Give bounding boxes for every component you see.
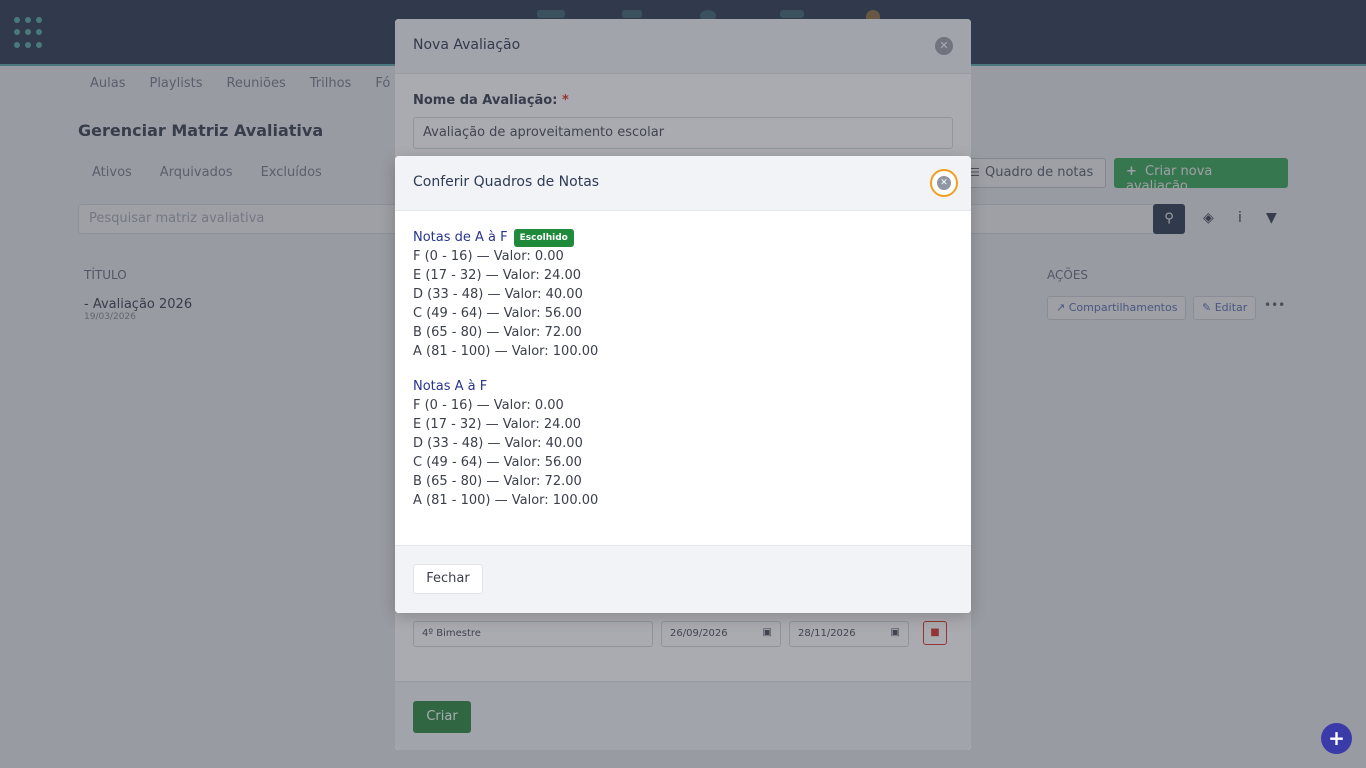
grade-line: B (65 - 80) — Valor: 72.00 <box>413 325 582 340</box>
grade-line: A (81 - 100) — Valor: 100.00 <box>413 493 599 508</box>
grade-line: D (33 - 48) — Valor: 40.00 <box>413 436 583 451</box>
modal-header: Conferir Quadros de Notas ✕ <box>395 156 971 211</box>
fechar-button[interactable]: Fechar <box>413 564 483 594</box>
chosen-badge: Escolhido <box>513 229 574 247</box>
grade-line: E (17 - 32) — Valor: 24.00 <box>413 268 582 283</box>
modal-body: Notas de A à F Escolhido F (0 - 16) — Va… <box>395 211 971 510</box>
grade-line: D (33 - 48) — Valor: 40.00 <box>413 287 583 302</box>
modal-title: Conferir Quadros de Notas <box>413 174 600 190</box>
grade-board-name: Notas A à F <box>413 379 488 394</box>
plus-icon: + <box>1328 726 1345 750</box>
grade-line: C (49 - 64) — Valor: 56.00 <box>413 455 582 470</box>
grade-line: A (81 - 100) — Valor: 100.00 <box>413 344 599 359</box>
close-icon: ✕ <box>937 176 951 190</box>
grade-board-group: Notas de A à F Escolhido F (0 - 16) — Va… <box>413 229 953 361</box>
grade-board-name: Notas de A à F <box>413 230 508 245</box>
modal-footer: Fechar <box>395 545 971 613</box>
conferir-quadros-modal: Conferir Quadros de Notas ✕ Notas de A à… <box>395 156 971 613</box>
grade-line: B (65 - 80) — Valor: 72.00 <box>413 474 582 489</box>
grade-board-title: Notas de A à F Escolhido <box>413 229 953 247</box>
grade-line: C (49 - 64) — Valor: 56.00 <box>413 306 582 321</box>
floating-add-button[interactable]: + <box>1321 723 1352 754</box>
grade-line: E (17 - 32) — Valor: 24.00 <box>413 417 582 432</box>
grade-board-group: Notas A à F F (0 - 16) — Valor: 0.00 E (… <box>413 378 953 510</box>
close-button[interactable]: ✕ <box>930 169 958 197</box>
grade-line: F (0 - 16) — Valor: 0.00 <box>413 398 564 413</box>
grade-line: F (0 - 16) — Valor: 0.00 <box>413 249 564 264</box>
grade-board-title: Notas A à F <box>413 378 953 396</box>
